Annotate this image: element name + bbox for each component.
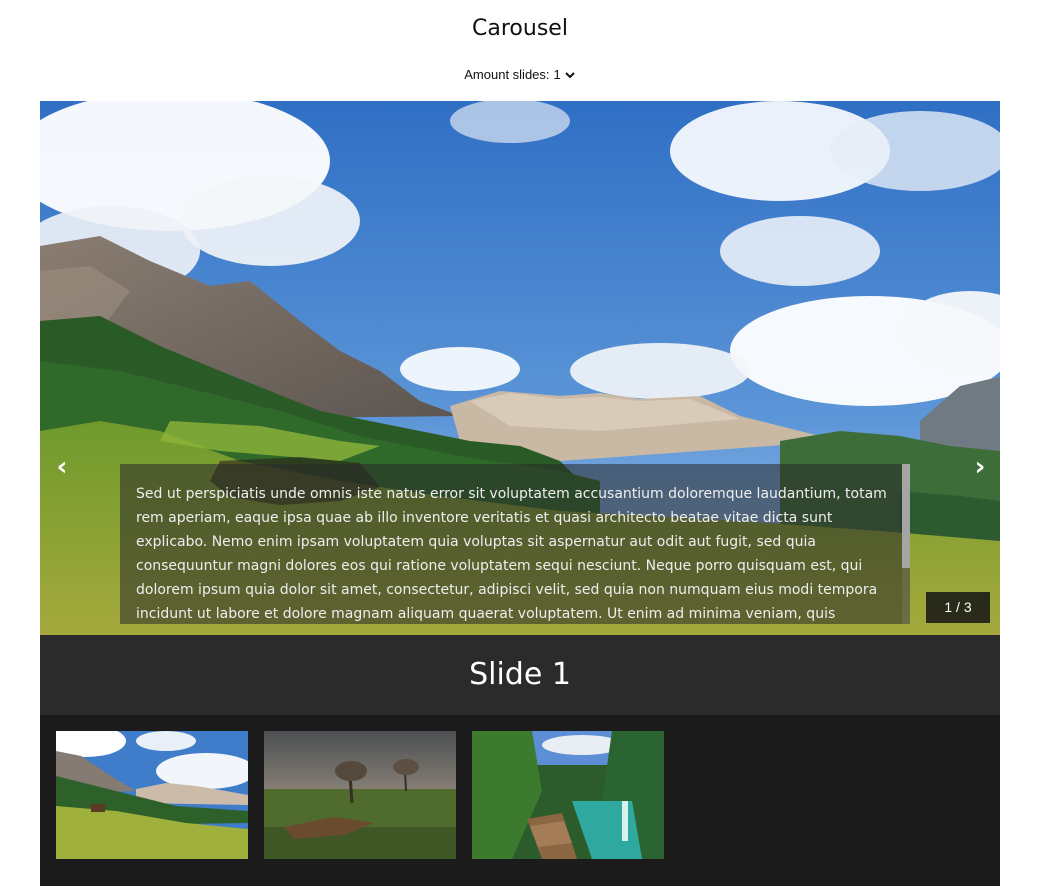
caption-scrollbar[interactable] [902, 464, 910, 624]
previous-slide-button[interactable]: ‹ [50, 453, 74, 481]
carousel: ‹ › Sed ut perspiciatis unde omnis iste … [40, 101, 1000, 886]
thumbnail-3-image [472, 731, 664, 859]
slide-caption: Sed ut perspiciatis unde omnis iste natu… [120, 464, 910, 624]
amount-slides-label: Amount slides: [464, 67, 550, 82]
page-title: Carousel [472, 16, 568, 41]
amount-slides-value: 1 [553, 67, 561, 82]
caption-scrollbar-thumb[interactable] [902, 464, 910, 568]
amount-slides-select[interactable]: 1 [550, 67, 576, 82]
amount-slides-row: Amount slides: 1 [0, 67, 1040, 82]
next-slide-button[interactable]: › [968, 453, 992, 481]
page: Carousel Amount slides: 1 ‹ › Sed ut per… [0, 0, 1046, 886]
thumbnail-3[interactable] [472, 731, 664, 859]
chevron-down-icon [565, 71, 575, 78]
thumbnail-1[interactable] [56, 731, 248, 859]
slide-viewport: ‹ › Sed ut perspiciatis unde omnis iste … [40, 101, 1000, 635]
slide-caption-text: Sed ut perspiciatis unde omnis iste natu… [136, 486, 887, 622]
thumbnail-2[interactable] [264, 731, 456, 859]
slide-title: Slide 1 [40, 635, 1000, 715]
thumbnail-1-image [56, 731, 248, 859]
thumbnail-2-image [264, 731, 456, 859]
slide-counter: 1 / 3 [926, 592, 990, 623]
